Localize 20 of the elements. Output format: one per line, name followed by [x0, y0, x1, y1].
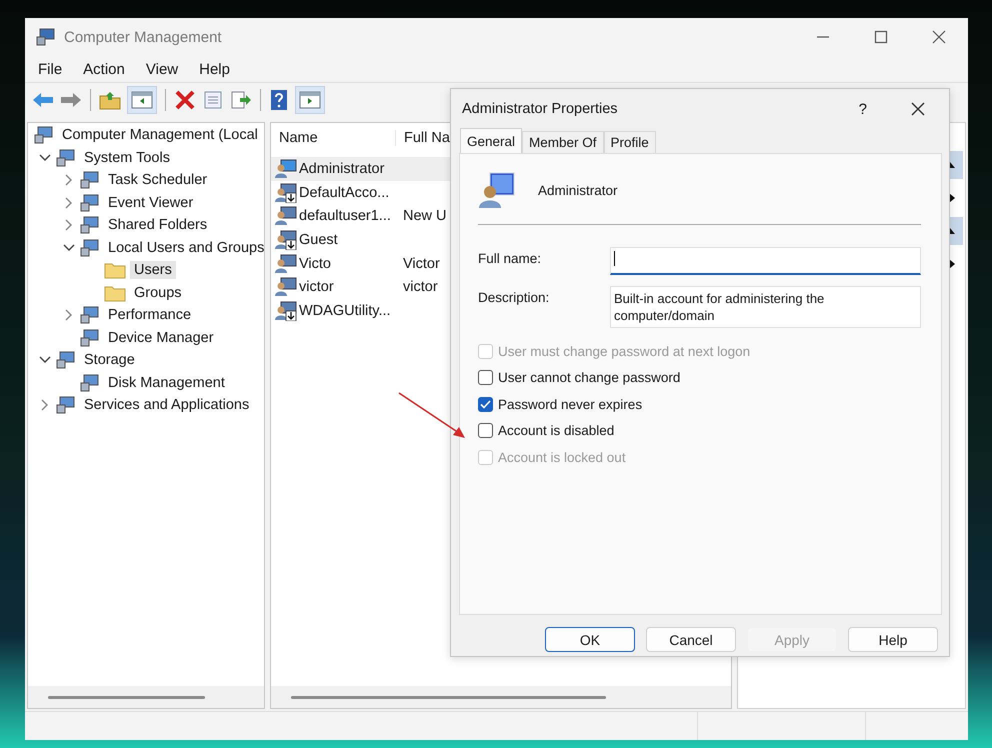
user-name: Administrator: [538, 182, 618, 198]
window-title: Computer Management: [64, 28, 222, 46]
table-cell-text: victor: [299, 279, 335, 296]
field-label: Description:: [478, 289, 550, 305]
table-cell-text: defaultuser1...: [299, 208, 392, 224]
checkbox-label: Account is disabled: [498, 423, 614, 438]
table-cell-text: victor: [402, 279, 438, 296]
table-cell-text: Guest: [299, 232, 339, 248]
table-cell-text: DefaultAcco...: [299, 184, 390, 201]
dialog-title: Administrator Properties: [462, 101, 618, 117]
checkbox-label: User must change password at next logon: [498, 344, 750, 359]
checkbox-label: Password never expires: [498, 396, 642, 412]
field-label: Full name:: [478, 250, 542, 266]
table-cell-text: Victor: [402, 256, 440, 272]
table-cell-text: Administrator: [299, 160, 386, 177]
checkbox-label: Account is locked out: [498, 450, 626, 465]
table-cell-text: Victo: [299, 256, 332, 272]
checkbox-label: User cannot change password: [498, 370, 680, 386]
table-cell-text: WDAGUtility...: [299, 302, 392, 319]
table-cell-text: New U: [402, 208, 447, 224]
